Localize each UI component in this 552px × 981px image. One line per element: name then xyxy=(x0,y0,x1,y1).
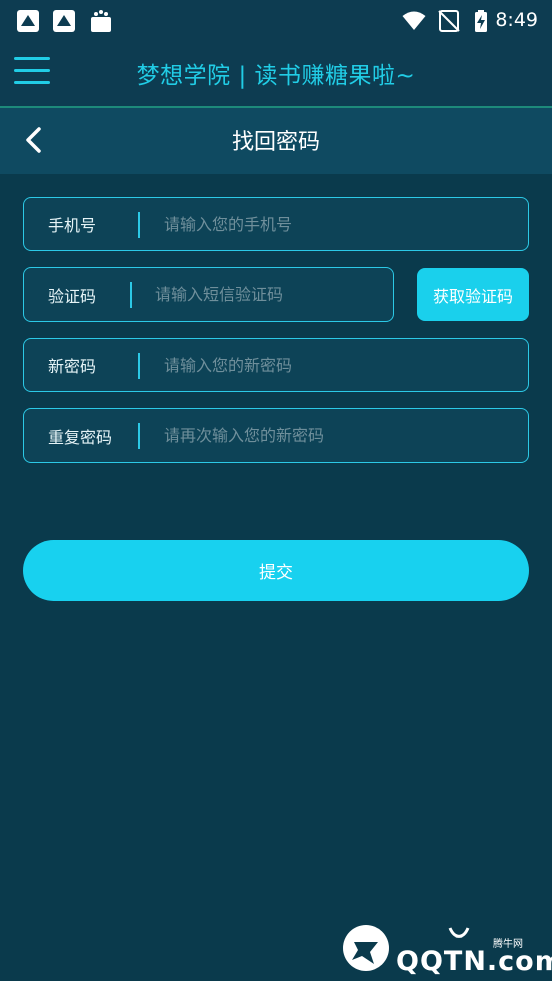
field-separator xyxy=(138,353,140,379)
phone-field[interactable]: 手机号 xyxy=(23,197,529,251)
code-label: 验证码 xyxy=(48,286,97,306)
get-code-button[interactable]: 获取验证码 xyxy=(417,268,529,321)
submit-button[interactable]: 提交 xyxy=(23,540,529,601)
wifi-icon xyxy=(402,11,426,30)
field-separator xyxy=(138,212,140,238)
new-password-field[interactable]: 新密码 xyxy=(23,338,529,392)
field-separator xyxy=(130,282,132,308)
new-password-input[interactable] xyxy=(164,339,514,391)
code-input[interactable] xyxy=(155,268,380,321)
code-field[interactable]: 验证码 xyxy=(23,267,394,322)
repeat-password-label: 重复密码 xyxy=(48,427,113,447)
no-signal-icon xyxy=(438,10,460,32)
shopping-bag-icon xyxy=(91,10,111,32)
page-title: 找回密码 xyxy=(231,130,320,155)
battery-charging-icon xyxy=(475,10,487,32)
menu-icon[interactable] xyxy=(14,54,50,88)
status-time: 8:49 xyxy=(495,9,538,31)
repeat-password-field[interactable]: 重复密码 xyxy=(23,408,529,463)
phone-input[interactable] xyxy=(164,198,514,250)
repeat-password-input[interactable] xyxy=(164,409,514,462)
field-separator xyxy=(138,423,140,449)
app-title: 梦想学院 | 读书赚糖果啦~ xyxy=(136,63,416,89)
phone-label: 手机号 xyxy=(48,216,97,235)
watermark-text: QQTN.com xyxy=(396,946,552,977)
notification-app-icon xyxy=(53,10,75,32)
new-password-label: 新密码 xyxy=(48,357,97,376)
notification-app-icon xyxy=(17,10,39,32)
